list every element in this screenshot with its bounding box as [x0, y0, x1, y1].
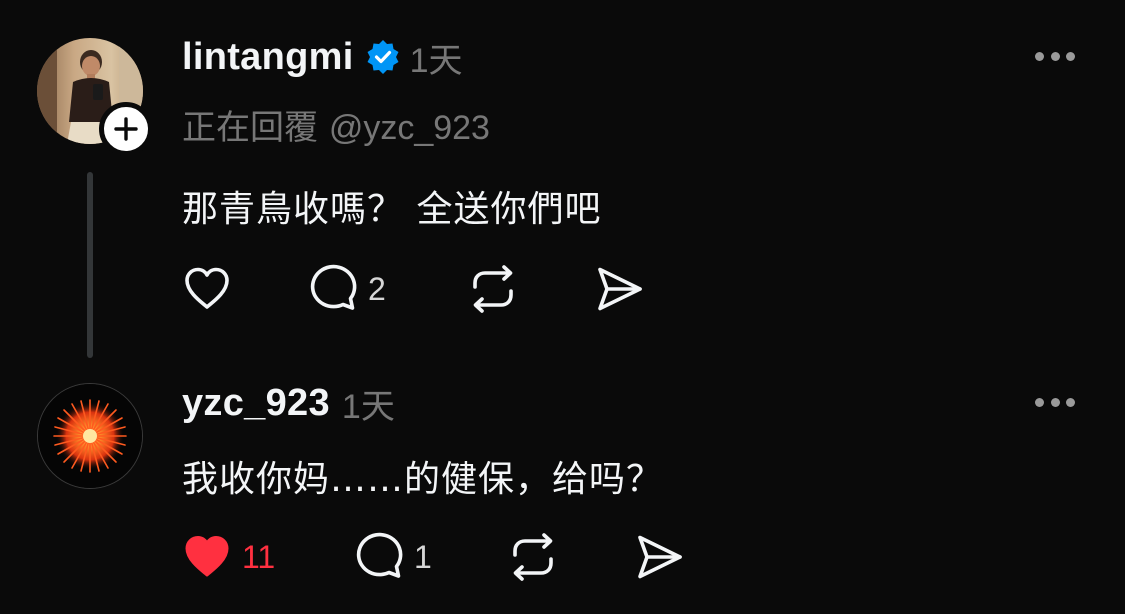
reply-to-handle[interactable]: @yzc_923	[329, 109, 490, 147]
repost-icon	[473, 265, 513, 313]
comment-button[interactable]: 2	[306, 262, 386, 316]
verified-badge-icon	[366, 40, 400, 74]
post-yzc_923: yzc_923 1天 我收你妈……的健保，给吗？ 11 1	[0, 370, 1125, 614]
follow-button[interactable]	[99, 102, 153, 156]
share-icon	[638, 535, 682, 579]
repost-icon	[513, 533, 553, 581]
comment-icon	[356, 532, 403, 578]
post-text: 我收你妈……的健保，给吗？	[182, 459, 664, 500]
more-icon[interactable]	[1035, 46, 1075, 66]
share-icon	[598, 267, 642, 311]
comment-count: 1	[414, 538, 432, 575]
like-count: 11	[242, 538, 276, 575]
comment-button[interactable]: 1	[352, 530, 432, 584]
like-button[interactable]: 11	[180, 530, 275, 584]
post-header: lintangmi 1天	[182, 34, 463, 80]
more-icon[interactable]	[1035, 392, 1075, 412]
post-time: 1天	[341, 387, 395, 426]
firework-image	[38, 384, 142, 488]
like-button[interactable]	[180, 262, 234, 316]
plus-icon	[114, 117, 138, 141]
post-time: 1天	[409, 41, 463, 80]
heart-icon	[185, 267, 229, 309]
share-button[interactable]	[592, 262, 646, 316]
repost-button[interactable]	[506, 530, 560, 584]
avatar-yzc_923[interactable]	[37, 383, 143, 489]
thread-connector-line	[87, 172, 93, 358]
heart-filled-icon	[185, 536, 229, 577]
comment-icon	[310, 264, 357, 310]
post-lintangmi: lintangmi 1天 正在回覆 @yzc_923 那青鳥收嗎？ 全送你們吧 …	[0, 0, 1125, 370]
post-header: yzc_923 1天	[182, 380, 395, 426]
reply-to-line: 正在回覆 @yzc_923	[182, 100, 490, 149]
username[interactable]: yzc_923	[182, 382, 330, 425]
reply-to-label: 正在回覆	[182, 108, 318, 148]
comment-count: 2	[368, 270, 386, 307]
repost-button[interactable]	[466, 262, 520, 316]
share-button[interactable]	[632, 530, 686, 584]
username[interactable]: lintangmi	[182, 36, 354, 79]
post-text: 那青鳥收嗎？ 全送你們吧	[182, 189, 602, 230]
